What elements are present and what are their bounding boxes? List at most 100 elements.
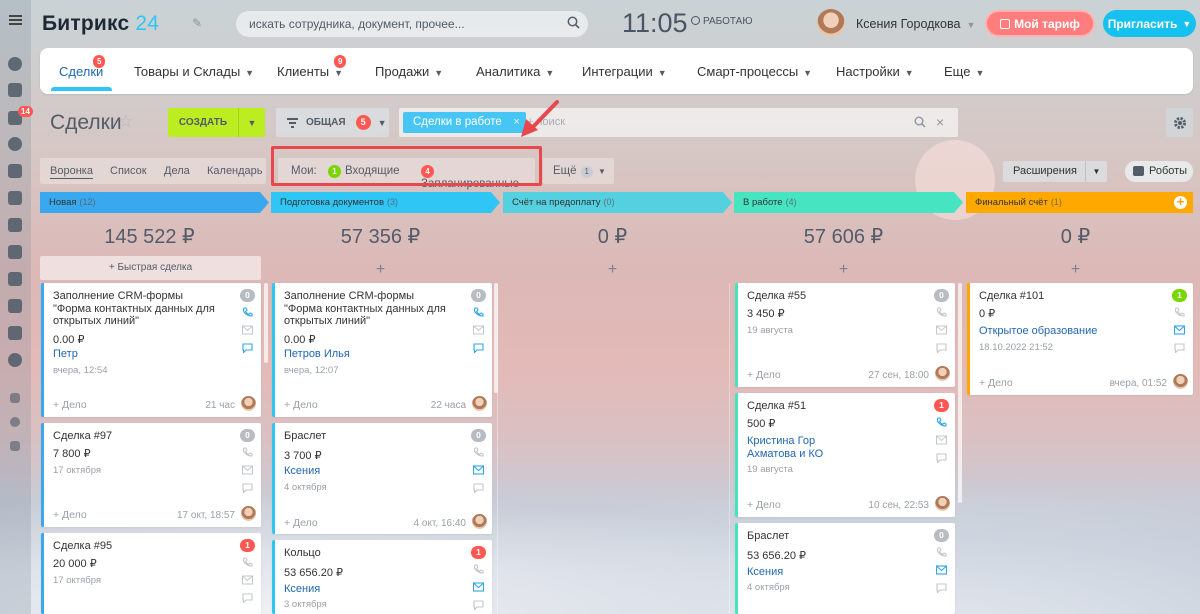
add-icon[interactable] [10,441,20,451]
nav-item-analytics[interactable]: Аналитика ▼ [476,64,554,79]
general-pipeline-button[interactable]: ОБЩАЯ 5 ▼ [276,108,389,137]
nav-item-deals[interactable]: Сделки 5 [50,55,113,91]
stage-final-invoice[interactable]: Финальный счёт (1) + [966,192,1193,213]
phone-icon[interactable] [936,417,947,427]
shop-icon[interactable] [8,164,22,178]
structure-icon[interactable] [10,393,20,403]
deal-card[interactable]: Заполнение CRM-формы "Форма контактных д… [41,283,261,417]
deal-card[interactable]: Сделка #51 500 ₽ Кристина Гор Ахматова и… [735,393,955,517]
phone-icon[interactable] [242,557,253,567]
chat-icon[interactable] [473,600,484,610]
user-menu[interactable]: Ксения Городкова ▼ [856,17,975,31]
scrollbar[interactable] [264,283,268,363]
chevron-down-icon[interactable]: ▼ [1085,161,1107,182]
deal-contact[interactable]: Кристина Гор [747,435,815,448]
deal-contact[interactable]: Ксения [284,583,320,596]
mail-icon[interactable] [242,575,253,585]
contacts-icon[interactable] [8,191,22,205]
star-icon[interactable]: ☆ [118,112,133,132]
chat-icon[interactable] [242,483,253,493]
add-deal-icon[interactable]: + [503,261,722,279]
filter-search[interactable]: Сделки в работе × + поиск × [399,108,958,137]
stage-documents[interactable]: Подготовка документов (3) [271,192,500,213]
nav-item-clients[interactable]: Клиенты ▼ 9 [277,55,347,79]
deal-title[interactable]: Заполнение CRM-формы "Форма контактных д… [53,290,223,328]
add-activity-button[interactable]: + Дело [747,369,781,381]
stage-new[interactable]: Новая (12) [40,192,269,213]
deal-card[interactable]: Заполнение CRM-формы "Форма контактных д… [272,283,492,417]
create-button[interactable]: СОЗДАТЬ ▼ [168,108,265,137]
deal-contact[interactable]: Петров Илья [284,348,350,361]
search-icon[interactable] [567,16,580,29]
deal-title[interactable]: Кольцо [284,547,454,560]
cube-icon[interactable] [8,245,22,259]
mail-icon[interactable] [473,465,484,475]
search-icon[interactable] [914,116,926,128]
sites-icon[interactable] [8,326,22,340]
add-activity-button[interactable]: + Дело [53,509,87,521]
add-deal-icon[interactable]: + [271,261,490,279]
target-icon[interactable] [8,137,22,151]
add-deal-icon[interactable]: + [734,261,953,279]
gear-icon[interactable] [10,417,20,427]
nav-item-sales[interactable]: Продажи ▼ [375,64,443,79]
chat-icon[interactable] [473,343,484,353]
settings-button[interactable] [1166,108,1193,137]
phone-icon[interactable] [473,447,484,457]
mail-icon[interactable] [473,582,484,592]
deal-title[interactable]: Заполнение CRM-формы "Форма контактных д… [284,290,454,328]
invite-button[interactable]: Пригласить ▼ [1103,10,1196,37]
phone-icon[interactable] [936,307,947,317]
cube2-icon[interactable] [8,272,22,286]
add-activity-button[interactable]: + Дело [284,399,318,411]
quick-deal-button[interactable]: + Быстрая сделка [40,256,261,280]
view-tab-kanban[interactable]: Воронка [50,165,93,179]
scrollbar[interactable] [494,283,498,393]
deal-card[interactable]: Браслет 53 656.20 ₽ Ксения 4 октября 0 [735,523,955,614]
more-counters[interactable]: Ещё 1 ▼ [543,158,614,184]
view-tab-calendar[interactable]: Календарь [207,165,263,177]
chat-icon[interactable] [936,453,947,463]
deal-card[interactable]: Кольцо 53 656.20 ₽ Ксения 3 октября 1 [272,540,492,614]
nav-item-smart-processes[interactable]: Смарт-процессы ▼ [697,64,812,79]
deal-card[interactable]: Сделка #95 20 000 ₽ 17 октября 1 [41,533,261,614]
chat-icon[interactable] [242,343,253,353]
more-icon[interactable] [8,353,22,367]
deal-contact[interactable]: Открытое образование [979,325,1097,338]
feed-icon[interactable] [8,57,22,71]
view-tab-list[interactable]: Список [110,165,147,177]
phone-icon[interactable] [242,307,253,317]
mail-icon[interactable] [473,325,484,335]
chevron-down-icon[interactable]: ▼ [238,108,265,137]
chat-icon[interactable] [1174,343,1185,353]
chat-icon[interactable] [473,483,484,493]
mail-icon[interactable] [242,465,253,475]
deal-contact[interactable]: Ксения [747,566,783,579]
search-input[interactable] [236,11,588,37]
deal-contact[interactable]: Петр [53,348,78,361]
deal-title[interactable]: Сделка #95 [53,540,223,553]
chat-icon[interactable] [242,593,253,603]
nav-item-more[interactable]: Еще ▼ [944,64,984,79]
deal-title[interactable]: Сделка #55 [747,290,917,303]
work-status[interactable]: РАБОТАЮ [691,16,752,27]
deal-title[interactable]: Сделка #101 [979,290,1149,303]
add-activity-button[interactable]: + Дело [979,377,1013,389]
extensions-button[interactable]: Расширения ▼ [1003,161,1107,182]
deal-title[interactable]: Сделка #51 [747,400,917,413]
stage-in-work[interactable]: В работе (4) [734,192,963,213]
avatar[interactable] [817,9,845,37]
stage-prepayment[interactable]: Счёт на предоплату (0) [503,192,732,213]
chat-icon[interactable] [936,343,947,353]
mail-icon[interactable] [936,565,947,575]
phone-icon[interactable] [473,307,484,317]
add-stage-icon[interactable]: + [1174,195,1187,209]
robots-button[interactable]: Роботы [1125,161,1193,182]
deal-contact[interactable]: Ксения [284,465,320,478]
deal-company[interactable]: Ахматова и КО [747,448,823,461]
add-deal-icon[interactable]: + [966,261,1185,279]
nav-item-integrations[interactable]: Интеграции ▼ [582,64,667,79]
chat-icon[interactable] [936,583,947,593]
filter-tag[interactable]: Сделки в работе × [403,112,526,133]
add-activity-button[interactable]: + Дело [284,517,318,529]
